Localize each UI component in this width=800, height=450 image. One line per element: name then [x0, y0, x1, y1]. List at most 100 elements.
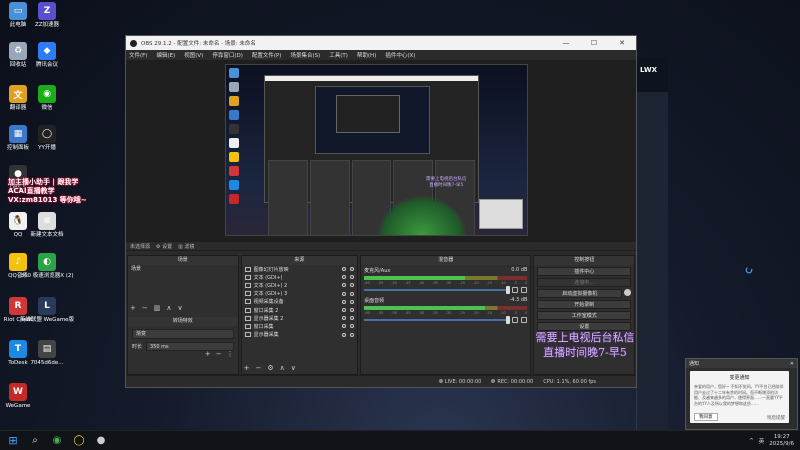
preview-area[interactable]: 需要上电视后台私信 直播时间晚7-早5	[126, 61, 636, 241]
lock-icon[interactable]	[350, 283, 355, 288]
source-item[interactable]: 文本 (GDI+) 3	[242, 290, 358, 298]
volume-slider[interactable]	[364, 316, 511, 324]
add-scene-icon[interactable]: +	[130, 304, 136, 312]
source-item[interactable]: 窗口采集	[242, 322, 358, 330]
notification-close-icon[interactable]: ✕	[790, 361, 794, 367]
volume-slider[interactable]	[364, 286, 511, 294]
move-down-icon[interactable]: ∨	[178, 304, 183, 312]
desktop-icon[interactable]: Z ZZ加速器	[30, 2, 64, 29]
sources-list: 图像幻灯片放映 文本 (GDI+) 文本 (GDI+) 2 文本 (GDI+) 3 视频…	[242, 265, 358, 339]
input-method[interactable]: 英	[759, 437, 765, 445]
source-item[interactable]: 显示器采集 2	[242, 314, 358, 322]
menu-item[interactable]: 帮助(H)	[357, 51, 376, 59]
lock-icon[interactable]	[350, 332, 355, 337]
start-recording-button[interactable]: 开始录制	[537, 300, 631, 309]
visibility-eye-icon[interactable]	[342, 316, 347, 321]
desktop-icon[interactable]: ◐ 360 极速浏览器X (2)	[20, 253, 74, 280]
connecting-button[interactable]: 连接中...	[537, 278, 631, 287]
visibility-eye-icon[interactable]	[342, 283, 347, 288]
source-item[interactable]: 显示器采集	[242, 331, 358, 339]
source-item[interactable]: 窗口采集 2	[242, 306, 358, 314]
desktop-app-icon: ♪	[9, 253, 27, 271]
virtual-camera-button[interactable]: 启动虚拟摄像机	[537, 289, 622, 298]
lock-icon[interactable]	[350, 316, 355, 321]
source-item[interactable]: 文本 (GDI+)	[242, 273, 358, 281]
remove-transition-icon[interactable]: −	[216, 350, 222, 358]
studio-mode-button[interactable]: 工作室模式	[537, 311, 631, 320]
source-label: 显示器采集	[253, 332, 279, 339]
mute-speaker-icon[interactable]	[512, 317, 519, 323]
desktop-icon[interactable]: ▤ 7045d6de...	[30, 340, 64, 367]
start-button[interactable]: ⊞	[4, 432, 22, 450]
visibility-eye-icon[interactable]	[342, 275, 347, 280]
visibility-eye-icon[interactable]	[342, 332, 347, 337]
taskbar-obs-icon[interactable]: ●	[92, 432, 110, 450]
plugin-center-button[interactable]: 插件中心	[537, 267, 631, 276]
lock-icon[interactable]	[350, 308, 355, 313]
lock-icon[interactable]	[350, 299, 355, 304]
meter-tick-label: -5	[513, 281, 518, 285]
scene-filter-icon[interactable]: ▥	[154, 304, 161, 312]
virtual-camera-gear-icon[interactable]	[624, 289, 631, 296]
close-button[interactable]: ✕	[608, 39, 636, 47]
source-down-icon[interactable]: ∨	[291, 364, 296, 372]
visibility-eye-icon[interactable]	[342, 324, 347, 329]
remind-later-link[interactable]: 稍后提醒	[767, 415, 785, 421]
lock-icon[interactable]	[350, 275, 355, 280]
visibility-eye-icon[interactable]	[342, 299, 347, 304]
menu-item[interactable]: 配置文件(P)	[252, 51, 282, 59]
source-settings-icon[interactable]: ⚙	[267, 364, 273, 372]
channel-menu-icon[interactable]	[521, 317, 528, 323]
maximize-button[interactable]: ☐	[580, 39, 608, 47]
mute-speaker-icon[interactable]	[512, 287, 519, 293]
desktop-icon[interactable]: ◆ 腾讯会议	[30, 42, 64, 69]
notification-panel[interactable]: 通知 ✕ 变更通知 亲爱的用户，您好~ 不知不觉间，YY平台已经陪伴用户走过了十…	[685, 358, 798, 430]
desktop-icon[interactable]: ◉ 微信	[30, 85, 64, 112]
preview-canvas[interactable]: 需要上电视后台私信 直播时间晚7-早5	[225, 64, 528, 236]
source-label: 显示器采集 2	[253, 315, 284, 322]
desktop-icon-label: 回收站	[9, 62, 27, 68]
background-window[interactable]: LWX	[636, 58, 668, 430]
agree-button[interactable]: 我同意	[694, 413, 718, 421]
menu-item[interactable]: 编辑(E)	[156, 51, 175, 59]
desktop-app-icon: ▭	[9, 2, 27, 20]
source-item[interactable]: 图像幻灯片放映	[242, 265, 358, 273]
menu-item[interactable]: 停靠窗口(D)	[212, 51, 243, 59]
transition-menu-icon[interactable]: ⋮	[227, 350, 234, 358]
clock[interactable]: 19:27 2025/9/6	[769, 434, 794, 448]
source-item[interactable]: 视频采集设备	[242, 298, 358, 306]
desktop-icon[interactable]: W WeGame	[1, 383, 35, 410]
channel-menu-icon[interactable]	[521, 287, 528, 293]
remove-source-icon[interactable]: −	[255, 364, 261, 372]
desktop-icon[interactable]: L 英雄联盟 WeGame版	[20, 297, 74, 324]
desktop-icon[interactable]: ◯ YY开播	[30, 125, 64, 152]
visibility-eye-icon[interactable]	[342, 308, 347, 313]
transition-select[interactable]: 渐变	[132, 329, 234, 339]
lock-icon[interactable]	[350, 291, 355, 296]
lock-icon[interactable]	[350, 267, 355, 272]
visibility-eye-icon[interactable]	[342, 291, 347, 296]
menu-item[interactable]: 插件中心(X)	[385, 51, 415, 59]
lock-icon[interactable]	[350, 324, 355, 329]
scene-item[interactable]: 场景	[128, 265, 238, 274]
taskbar-yy-icon[interactable]: ◯	[70, 432, 88, 450]
visibility-eye-icon[interactable]	[342, 267, 347, 272]
add-transition-icon[interactable]: +	[205, 350, 211, 358]
menu-item[interactable]: 工具(T)	[329, 51, 348, 59]
menu-item[interactable]: 场景集合(S)	[290, 51, 320, 59]
filters-button[interactable]: ▥ 滤镜	[178, 243, 194, 250]
remove-scene-icon[interactable]: −	[142, 304, 148, 312]
source-up-icon[interactable]: ∧	[280, 364, 285, 372]
properties-button[interactable]: ⚙ 设置	[156, 243, 172, 250]
minimize-button[interactable]: —	[552, 39, 580, 47]
desktop-icon[interactable]: ≡ 新建文本文档	[30, 212, 64, 239]
add-source-icon[interactable]: +	[244, 364, 250, 372]
obs-titlebar[interactable]: OBS 29.1.2 - 配置文件: 未命名 - 场景: 未命名 — ☐ ✕	[126, 36, 636, 50]
menu-item[interactable]: 文件(F)	[129, 51, 147, 59]
menu-item[interactable]: 视图(V)	[184, 51, 203, 59]
taskbar-browser-icon[interactable]: ◉	[48, 432, 66, 450]
tray-expand-icon[interactable]: ^	[749, 438, 754, 444]
move-up-icon[interactable]: ∧	[166, 304, 171, 312]
search-icon[interactable]: ⌕	[26, 432, 44, 450]
source-item[interactable]: 文本 (GDI+) 2	[242, 281, 358, 289]
